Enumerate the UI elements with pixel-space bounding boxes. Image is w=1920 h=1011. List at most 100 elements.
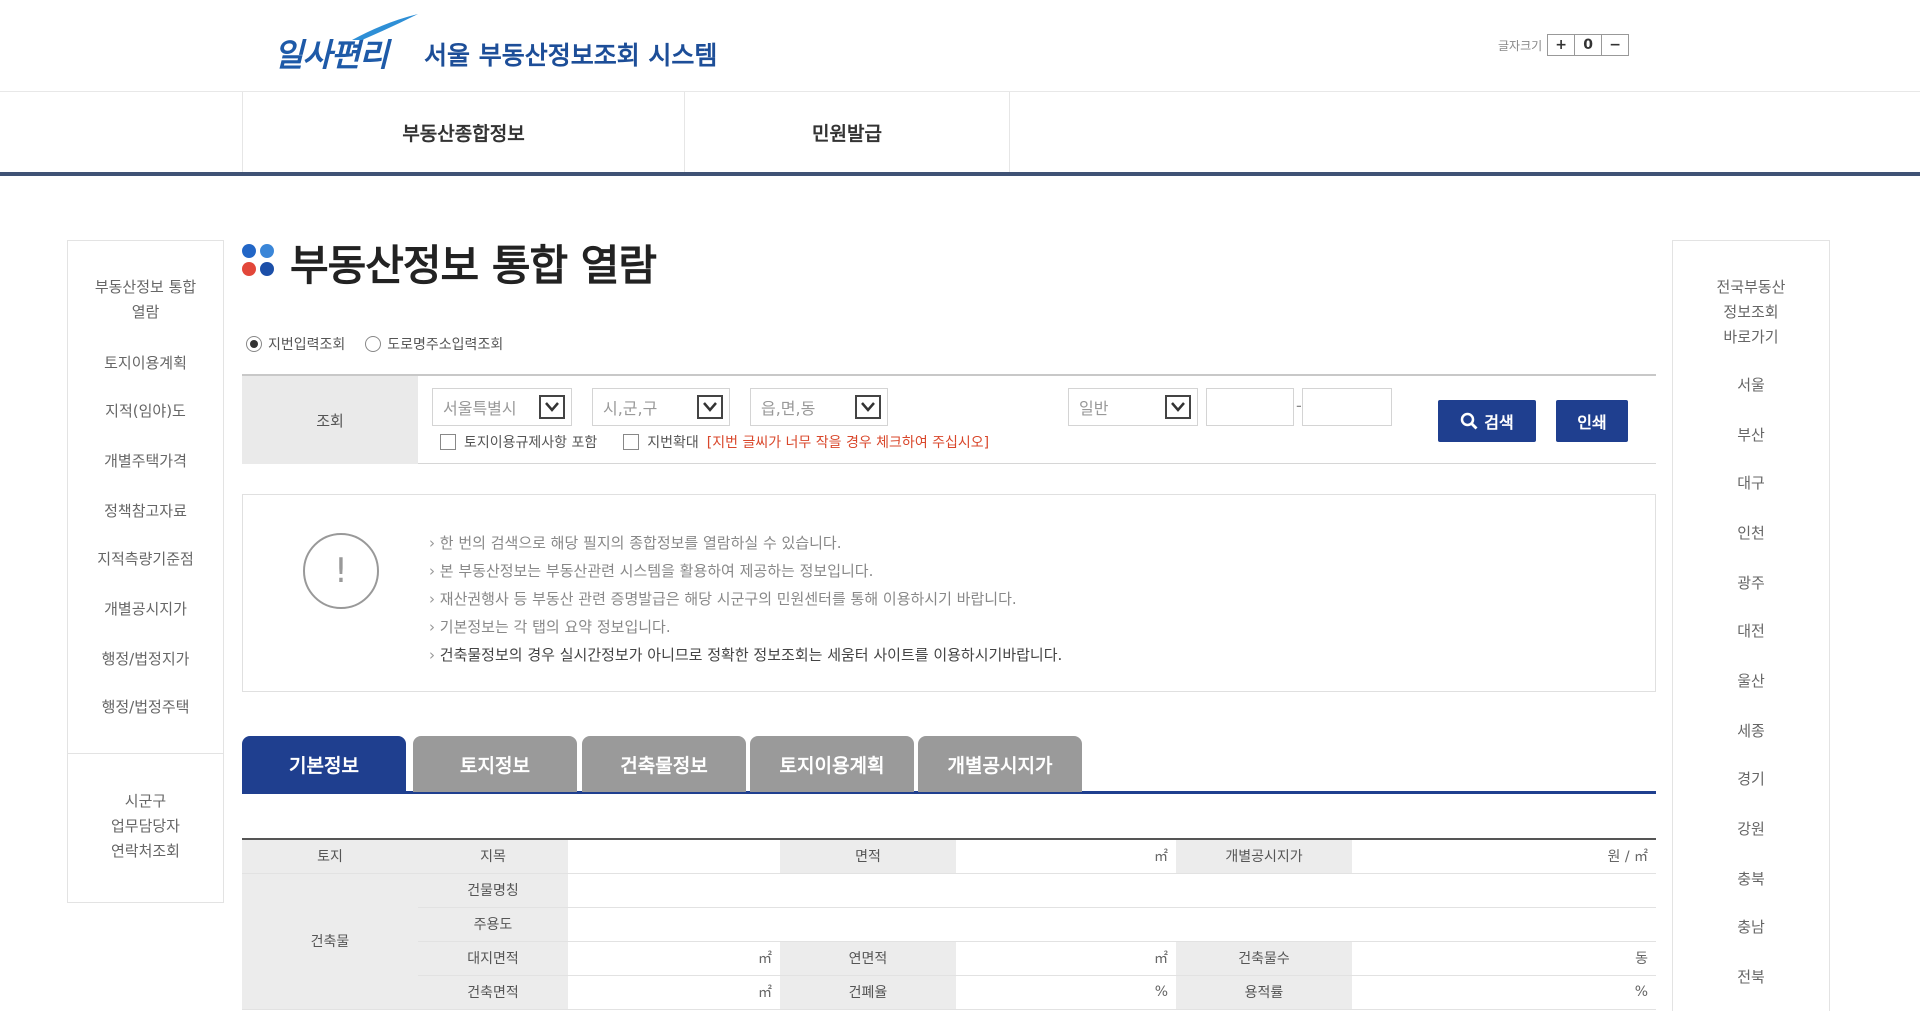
tab-land-info[interactable]: 토지정보	[413, 736, 577, 792]
search-type-radios: 지번입력조회 도로명주소입력조회	[246, 334, 503, 354]
sidebar-item-survey-point[interactable]: 지적측량기준점	[68, 547, 223, 572]
notice-item: 기본정보는 각 탭의 요약 정보입니다.	[429, 613, 1062, 641]
region-link-daegu[interactable]: 대구	[1673, 471, 1829, 496]
total-floor-area-unit: ㎡	[956, 941, 1176, 976]
region-link-gwangju[interactable]: 광주	[1673, 571, 1829, 596]
col-header-coverage: 건폐율	[780, 975, 956, 1010]
sidebar-item-admin-house[interactable]: 행정/법정주택	[68, 695, 223, 720]
region-link-gyeonggi[interactable]: 경기	[1673, 767, 1829, 792]
table-row: 건축면적 ㎡ 건폐율 % 용적률 %	[242, 975, 1656, 1010]
sido-select-value: 서울특별시	[443, 399, 517, 418]
notice-item: 본 부동산정보는 부동산관련 시스템을 활용하여 제공하는 정보입니다.	[429, 557, 1062, 585]
sidebar-item-contact-lookup[interactable]: 시군구 업무담당자 연락처조회	[68, 789, 223, 864]
radio-jibun-search[interactable]: 지번입력조회	[246, 334, 345, 354]
radio-unselected-icon	[365, 336, 382, 352]
font-size-label: 글자크기	[1498, 38, 1543, 53]
select-arrow-icon	[855, 395, 881, 419]
jibun-type-select[interactable]: 일반	[1068, 388, 1198, 426]
title-dots-icon	[242, 244, 278, 280]
col-header-floor-ratio: 용적률	[1176, 975, 1352, 1010]
table-row: 토지 지목 면적 ㎡ 개별공시지가 원 / ㎡	[242, 839, 1656, 874]
radio-selected-icon	[246, 336, 262, 352]
region-link-incheon[interactable]: 인천	[1673, 521, 1829, 546]
search-button[interactable]: 검색	[1438, 400, 1536, 442]
radio-road-address-search[interactable]: 도로명주소입력조회	[365, 334, 503, 354]
sidebar-item-land-price[interactable]: 개별공시지가	[68, 597, 223, 622]
checkbox-land-use-regulation[interactable]: 토지이용규제사항 포함	[440, 432, 597, 452]
checkbox-box	[623, 434, 640, 450]
notice-exclamation-icon: !	[303, 533, 379, 609]
building-count-unit: 동	[1352, 941, 1656, 976]
floor-ratio-unit: %	[1352, 975, 1656, 1010]
dong-select[interactable]: 읍,면,동	[750, 388, 888, 426]
logo-subtitle: 서울 부동산정보조회 시스템	[424, 41, 718, 70]
tab-land-use-plan[interactable]: 토지이용계획	[750, 736, 914, 792]
radio-label: 지번입력조회	[268, 337, 346, 353]
sidebar-item-cadastral-map[interactable]: 지적(임야)도	[68, 399, 223, 424]
font-increase-button[interactable]: +	[1547, 34, 1576, 56]
radio-label: 도로명주소입력조회	[387, 337, 504, 353]
top-header: 일사편리 서울 부동산정보조회 시스템 글자크기 + 0 −	[0, 0, 1920, 92]
sidebar-item-house-price[interactable]: 개별주택가격	[68, 449, 223, 474]
select-arrow-icon	[697, 395, 723, 419]
region-link-seoul[interactable]: 서울	[1673, 373, 1829, 398]
sidebar-item-admin-land[interactable]: 행정/법정지가	[68, 647, 223, 672]
site-area-unit: ㎡	[568, 941, 780, 976]
col-header-building-area: 건축면적	[418, 975, 568, 1010]
notice-item: 한 번의 검색으로 해당 필지의 종합정보를 열람하실 수 있습니다.	[429, 529, 1062, 557]
col-header-land-price: 개별공시지가	[1176, 839, 1352, 874]
font-decrease-button[interactable]: −	[1601, 34, 1630, 56]
col-header-main-use: 주용도	[418, 907, 568, 942]
coverage-unit: %	[956, 975, 1176, 1010]
region-link-daejeon[interactable]: 대전	[1673, 619, 1829, 644]
tab-building-info[interactable]: 건축물정보	[582, 736, 746, 792]
sido-select[interactable]: 서울특별시	[432, 388, 572, 426]
tab-basic-info[interactable]: 기본정보	[242, 736, 406, 792]
building-area-unit: ㎡	[568, 975, 780, 1010]
area-unit: ㎡	[956, 839, 1176, 874]
table-row: 대지면적 ㎡ 연면적 ㎡ 건축물수 동	[242, 941, 1656, 976]
select-arrow-icon	[539, 395, 565, 419]
search-button-label: 검색	[1484, 413, 1514, 432]
table-row: 주용도	[242, 907, 1656, 942]
select-arrow-icon	[1165, 395, 1191, 419]
sigungu-select-value: 시,군,구	[603, 399, 658, 418]
region-link-gangwon[interactable]: 강원	[1673, 817, 1829, 842]
bubun-input[interactable]	[1302, 388, 1392, 426]
basic-info-table: 토지 지목 면적 ㎡ 개별공시지가 원 / ㎡ 건축물 건물명칭 주용도 대지면…	[242, 838, 1656, 1010]
font-reset-button[interactable]: 0	[1574, 34, 1603, 56]
global-nav: 부동산종합정보 민원발급	[0, 92, 1920, 176]
jimok-value	[568, 839, 780, 874]
col-header-jimok: 지목	[418, 839, 568, 874]
sidebar-item-policy-data[interactable]: 정책참고자료	[68, 499, 223, 524]
region-link-chungbuk[interactable]: 충북	[1673, 867, 1829, 892]
sidebar-item-land-use-plan[interactable]: 토지이용계획	[68, 351, 223, 376]
row-header-building: 건축물	[242, 873, 418, 1010]
sidebar-divider	[68, 753, 223, 754]
region-link-sejong[interactable]: 세종	[1673, 719, 1829, 744]
search-label: 조회	[242, 376, 418, 464]
region-link-busan[interactable]: 부산	[1673, 423, 1829, 448]
notice-list: 한 번의 검색으로 해당 필지의 종합정보를 열람하실 수 있습니다. 본 부동…	[429, 529, 1063, 669]
jibun-type-select-value: 일반	[1079, 399, 1109, 418]
notice-box: ! 한 번의 검색으로 해당 필지의 종합정보를 열람하실 수 있습니다. 본 …	[242, 494, 1656, 692]
sigungu-select[interactable]: 시,군,구	[592, 388, 730, 426]
region-link-chungnam[interactable]: 충남	[1673, 915, 1829, 940]
checkbox-box	[440, 434, 456, 450]
checkbox-label: 토지이용규제사항 포함	[464, 435, 598, 451]
checkbox-label: 지번확대	[647, 435, 699, 451]
region-link-ulsan[interactable]: 울산	[1673, 669, 1829, 694]
sidebar-item-integrated-view[interactable]: 부동산정보 통합 열람	[68, 275, 223, 325]
checkbox-jibun-enlarge[interactable]: 지번확대 [지번 글씨가 너무 작을 경우 체크하여 주십시오]	[623, 432, 989, 452]
print-button[interactable]: 인쇄	[1556, 400, 1628, 442]
bonbun-input[interactable]	[1206, 388, 1294, 426]
tab-land-price[interactable]: 개별공시지가	[918, 736, 1082, 792]
region-link-jeonbuk[interactable]: 전북	[1673, 965, 1829, 990]
logo-swoosh-icon	[352, 14, 418, 40]
notice-item: 건축물정보의 경우 실시간정보가 아니므로 정확한 정보조회는 세움터 사이트를…	[429, 641, 1063, 669]
right-sidebar-title: 전국부동산 정보조회 바로가기	[1716, 278, 1786, 346]
info-tabs: 기본정보 토지정보 건축물정보 토지이용계획 개별공시지가	[242, 736, 1656, 794]
gnb-item-civil-petition[interactable]: 민원발급	[684, 92, 1010, 172]
table-row: 건축물 건물명칭	[242, 873, 1656, 1010]
gnb-item-real-estate-info[interactable]: 부동산종합정보	[242, 92, 684, 172]
